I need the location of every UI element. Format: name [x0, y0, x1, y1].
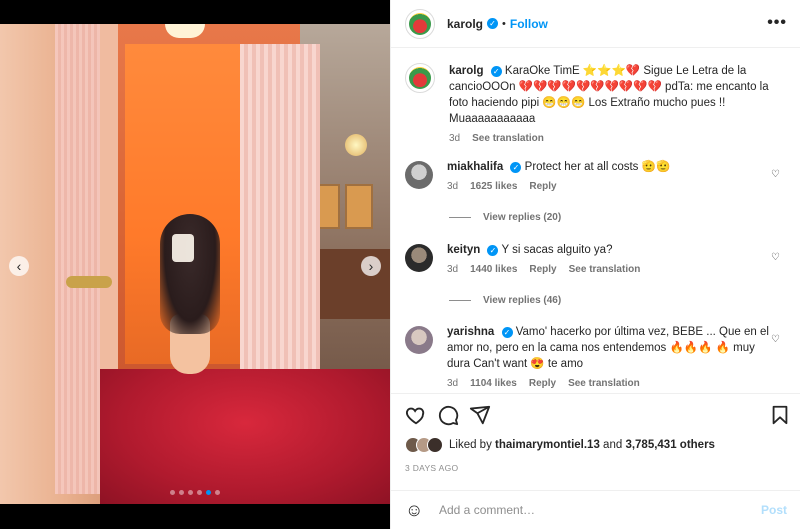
- reply-button[interactable]: Reply: [529, 264, 556, 275]
- comment-like-heart-icon[interactable]: ♡: [771, 169, 780, 180]
- carousel-dots: [170, 490, 220, 495]
- comment-text: Y si sacas alguito ya?: [501, 244, 613, 256]
- comment-time: 3d: [447, 378, 459, 389]
- post-media: ‹ ›: [0, 0, 390, 529]
- comments-list: karolg ✓ KaraOke TimE ⭐⭐⭐💔 Sigue Le Letr…: [391, 49, 800, 392]
- verified-icon: ✓: [501, 327, 513, 338]
- comment-username[interactable]: yarishna: [447, 326, 494, 338]
- replies-divider: [449, 300, 471, 301]
- caption-username[interactable]: karolg: [449, 65, 484, 77]
- see-translation-link[interactable]: See translation: [472, 133, 544, 144]
- view-replies-label: View replies (20): [483, 212, 562, 223]
- comment-time: 3d: [447, 181, 459, 192]
- share-icon[interactable]: [469, 404, 491, 426]
- comment-input[interactable]: [439, 503, 739, 517]
- view-replies-button[interactable]: View replies (46): [449, 295, 561, 306]
- comment-username[interactable]: miakhalifa: [447, 161, 503, 173]
- see-translation-link[interactable]: See translation: [569, 264, 641, 275]
- bookmark-icon[interactable]: [769, 404, 791, 426]
- replies-divider: [449, 217, 471, 218]
- likes-text: Liked by thaimarymontiel.13 and 3,785,43…: [449, 439, 715, 451]
- comment-likes[interactable]: 1104 likes: [470, 378, 517, 389]
- comment-item: yarishna ✓ Vamo' hacerko por última vez,…: [405, 324, 790, 389]
- likes-mid: and: [599, 439, 626, 451]
- view-replies-button[interactable]: View replies (20): [449, 212, 561, 223]
- likes-summary: Liked by thaimarymontiel.13 and 3,785,43…: [405, 437, 715, 453]
- comment-text: Vamo' hacerko por última vez, BEBE ... Q…: [447, 326, 769, 370]
- heart-icon[interactable]: [405, 404, 427, 426]
- verified-icon: ✓: [490, 66, 502, 77]
- emoji-icon[interactable]: ☺: [405, 500, 429, 521]
- comment-icon[interactable]: [437, 404, 459, 426]
- avatar[interactable]: [405, 161, 433, 189]
- instagram-post-dialog: ‹ › karolg ✓ • Follow ••• karolg ✓ KaraO…: [0, 0, 800, 529]
- see-translation-link[interactable]: See translation: [568, 378, 640, 389]
- comment-likes[interactable]: 1440 likes: [470, 264, 517, 275]
- action-bar: [391, 393, 800, 435]
- comment-time: 3d: [447, 264, 459, 275]
- liker-username[interactable]: thaimarymontiel.13: [495, 439, 600, 451]
- post-header: karolg ✓ • Follow •••: [391, 0, 800, 48]
- comment-item: keityn ✓ Y si sacas alguito ya? 3d 1440 …: [405, 242, 790, 275]
- avatar[interactable]: [405, 8, 435, 39]
- post-photo: [0, 24, 390, 504]
- carousel-next-button[interactable]: ›: [361, 256, 381, 276]
- carousel-dot: [188, 490, 193, 495]
- avatar[interactable]: [405, 326, 433, 354]
- more-icon[interactable]: •••: [767, 14, 787, 32]
- carousel-dot: [170, 490, 175, 495]
- separator: •: [502, 17, 506, 30]
- post-date: 3 DAYS AGO: [405, 463, 459, 473]
- carousel-prev-button[interactable]: ‹: [9, 256, 29, 276]
- view-replies-label: View replies (46): [483, 295, 562, 306]
- reply-button[interactable]: Reply: [529, 378, 556, 389]
- avatar[interactable]: [405, 244, 433, 272]
- liker-avatars: [405, 437, 443, 453]
- likes-prefix: Liked by: [449, 439, 496, 451]
- carousel-dot: [179, 490, 184, 495]
- carousel-dot-active: [206, 490, 211, 495]
- carousel-dot: [215, 490, 220, 495]
- verified-icon: ✓: [487, 18, 499, 29]
- comment-username[interactable]: keityn: [447, 244, 480, 256]
- caption-time: 3d: [449, 133, 461, 144]
- post-comment-button[interactable]: Post: [761, 503, 787, 517]
- comment-item: miakhalifa ✓ Protect her at all costs 🫡🫡…: [405, 159, 790, 192]
- verified-icon: ✓: [487, 245, 499, 256]
- caption: karolg ✓ KaraOke TimE ⭐⭐⭐💔 Sigue Le Letr…: [405, 63, 790, 144]
- add-comment-bar: ☺ Post: [391, 490, 800, 529]
- verified-icon: ✓: [510, 162, 522, 173]
- comment-like-heart-icon[interactable]: ♡: [771, 334, 780, 345]
- avatar[interactable]: [405, 63, 435, 93]
- carousel-dot: [197, 490, 202, 495]
- post-side-panel: karolg ✓ • Follow ••• karolg ✓ KaraOke T…: [390, 0, 800, 529]
- follow-button[interactable]: Follow: [510, 17, 548, 31]
- comment-likes[interactable]: 1625 likes: [470, 181, 517, 192]
- avatar[interactable]: [427, 437, 443, 453]
- comment-like-heart-icon[interactable]: ♡: [771, 252, 780, 263]
- author-username[interactable]: karolg: [447, 17, 483, 31]
- likes-count[interactable]: 3,785,431 others: [625, 439, 715, 451]
- comment-text: Protect her at all costs 🫡🫡: [524, 161, 671, 173]
- reply-button[interactable]: Reply: [529, 181, 556, 192]
